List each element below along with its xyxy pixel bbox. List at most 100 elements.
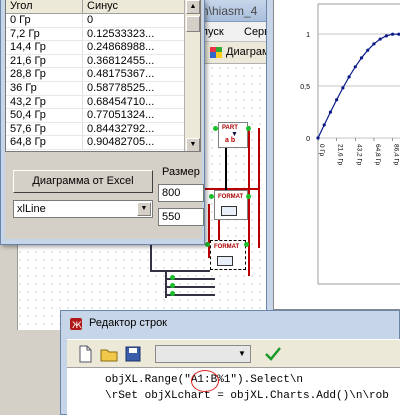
height-field[interactable]: 550 [158,208,204,226]
table-row[interactable]: 57,6 Гр 0.84432792... [6,122,186,137]
wire [150,270,210,272]
table-row[interactable]: 21,6 Гр 0.36812455... [6,54,186,69]
part-block-sub: a b [225,137,236,144]
wire [258,128,260,248]
sine-cell[interactable]: 0.36812455... [83,54,186,68]
tab-diagram[interactable]: Диаграм [226,46,270,58]
grid-rows: 0 Гр 0 7,2 Гр 0.12533323... 14,4 Гр 0.2486898… [6,14,186,150]
save-icon[interactable] [123,344,143,364]
x-tick-label: 43,2 Гр [355,144,362,166]
angle-cell[interactable]: 7,2 Гр [6,27,83,41]
sine-cell[interactable]: 0 [83,14,186,27]
chart-type-select[interactable]: xlLine ▼ [13,200,153,218]
table-row[interactable]: 50,4 Гр 0.77051324... [6,109,186,123]
svg-text:Ж: Ж [72,321,82,331]
chart-window: 1 0,5 0 0 Гр 21,6 Гр 43,2 Гр 64,8 Гр 86,4 Гр [266,0,400,318]
grid-header: Угол Синус [6,0,186,14]
data-grid[interactable]: Угол Синус 0 Гр 0 7,2 Гр 0.12533323... 14,4 … [5,0,201,152]
wire [150,244,152,272]
table-row[interactable]: 43,2 Гр 0.68454710... [6,95,186,110]
table-row[interactable]: 14,4 Гр 0.24868988... [6,41,186,55]
format-block-label: FORMAT [214,244,240,250]
table-row[interactable]: 0 Гр 0 [6,14,186,28]
connection-point [170,291,175,296]
chevron-down-icon[interactable]: ▼ [236,348,248,360]
data-point [372,42,376,46]
data-point [359,56,364,60]
editor-title: im\hiasm_4 [196,4,258,18]
data-point [347,75,351,79]
x-tick-label: 21,6 Гр [337,144,344,166]
angle-cell[interactable]: 0 Гр [6,14,83,27]
string-editor-title: Редактор строк [89,317,167,329]
table-row[interactable]: 36 Гр 0.58778525... [6,81,186,96]
data-point [378,37,382,41]
angle-cell[interactable]: 36 Гр [6,81,83,95]
format-block-icon [217,256,233,266]
app-logo-icon: Ж [70,318,82,331]
connection-point [205,242,210,247]
new-file-icon[interactable] [75,344,95,364]
data-point [328,110,333,114]
sine-cell[interactable]: 0.90482705... [83,136,186,150]
format-block[interactable]: FORMAT [214,190,248,220]
sine-cell[interactable]: 0.58778525... [83,81,186,95]
highlight-circle [191,370,219,392]
window-icon [210,47,222,58]
y-tick-label: 0,5 [300,84,310,91]
angle-cell[interactable]: 64,8 Гр [6,136,83,150]
column-header-sine[interactable]: Синус [83,0,186,14]
sine-cell[interactable]: 0.12533323... [83,27,186,41]
wire [165,270,167,298]
scroll-down-icon[interactable]: ▼ [186,138,200,151]
format-block-icon [221,206,237,216]
angle-cell[interactable]: 57,6 Гр [6,122,83,136]
y-tick-label: 0 [306,136,310,143]
string-editor-window: Ж Редактор строк ▼ objXL.Range("A1:B%1")… [60,310,400,415]
angle-cell[interactable]: 28,8 Гр [6,68,83,82]
table-row[interactable]: 28,8 Гр 0.48175367... [6,68,186,82]
data-point [322,123,326,127]
scroll-thumb[interactable] [186,16,200,32]
table-row[interactable]: 7,2 Гр 0.12533323... [6,27,186,42]
part-block[interactable]: PART a b ▼ [218,122,248,148]
size-label: Размер [162,166,200,178]
string-text-area[interactable]: objXL.Range("A1:B%1").Select\n \rSet obj… [67,367,400,415]
sine-cell[interactable]: 0.48175367... [83,68,186,82]
table-row[interactable]: 64,8 Гр 0.90482705... [6,136,186,150]
grid-scrollbar[interactable]: ▲ ▼ [184,0,200,151]
chart-type-value: xlLine [17,203,46,215]
sine-cell[interactable]: 0.77051324... [83,109,186,123]
format-block-selected[interactable]: FORMAT [210,240,246,270]
angle-cell[interactable]: 21,6 Гр [6,54,83,68]
excel-chart-button[interactable]: Диаграмма от Excel [13,170,153,193]
connection-point [213,126,218,131]
wire [248,126,250,276]
data-window: Угол Синус 0 Гр 0 7,2 Гр 0.12533323... 14,4 … [0,0,205,245]
canvas-scrollbar[interactable] [0,230,18,330]
connection-point [246,126,251,131]
width-field[interactable]: 800 [158,184,204,202]
data-point [335,98,339,102]
checkmark-icon[interactable] [263,344,283,364]
connection-point [170,275,175,280]
angle-cell[interactable]: 43,2 Гр [6,95,83,109]
sine-cell[interactable]: 0.84432792... [83,122,186,136]
sine-cell[interactable]: 0.68454710... [83,95,186,109]
data-window-body: Угол Синус 0 Гр 0 7,2 Гр 0.12533323... 14,4 … [5,0,204,239]
menu-run[interactable]: пуск [202,26,224,38]
angle-cell[interactable]: 14,4 Гр [6,41,83,55]
string-selector[interactable]: ▼ [155,345,251,363]
column-header-angle[interactable]: Угол [6,0,83,14]
x-tick-label: 86,4 Гр [393,144,400,166]
sine-cell[interactable]: 0.24868988... [83,41,186,55]
data-point [384,34,388,38]
x-tick-label: 0 Гр [318,144,325,157]
chevron-down-icon[interactable]: ▼ [137,202,151,216]
open-folder-icon[interactable] [99,344,119,364]
arrow-down-icon: ▼ [231,131,238,138]
x-tick-label: 64,8 Гр [374,144,381,166]
angle-cell[interactable]: 50,4 Гр [6,109,83,123]
scroll-up-icon[interactable]: ▲ [186,0,200,14]
sine-chart: 1 0,5 0 0 Гр 21,6 Гр 43,2 Гр 64,8 Гр 86,4 Гр [300,3,400,285]
